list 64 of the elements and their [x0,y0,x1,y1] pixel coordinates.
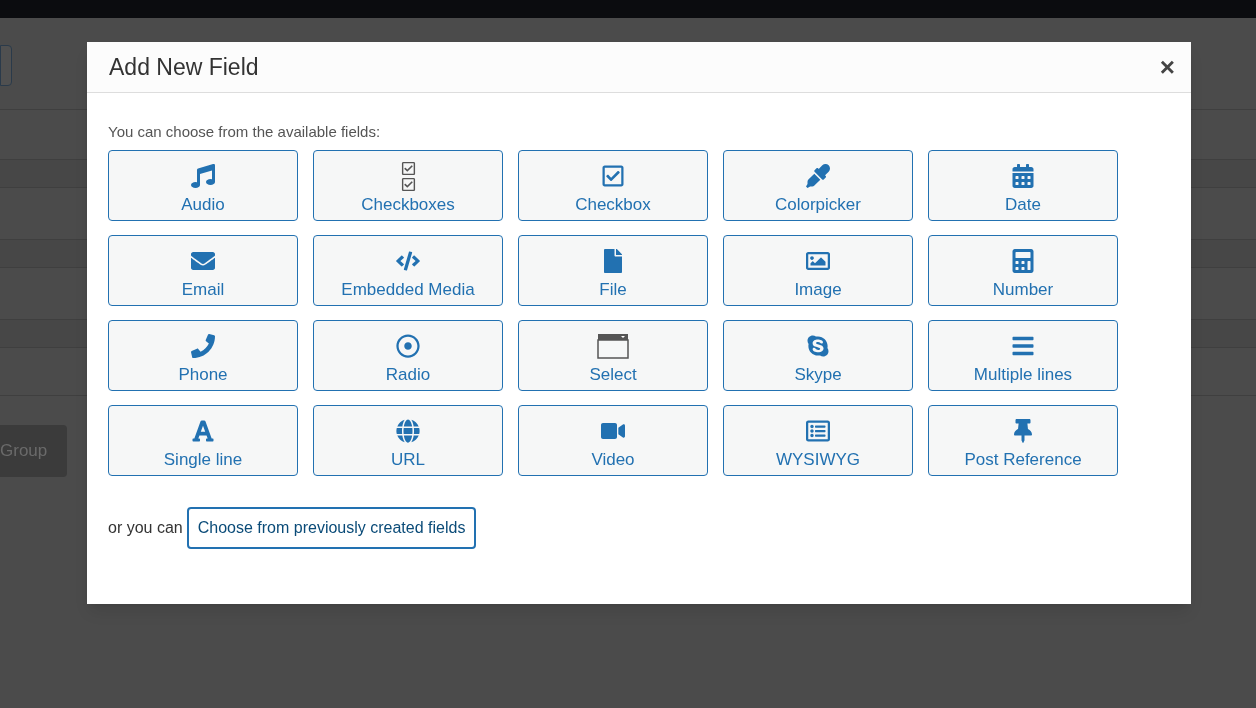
field-type-button[interactable]: Number [928,235,1118,306]
field-type-button[interactable]: Select [518,320,708,391]
globe-icon [396,419,420,443]
eyedropper-icon [806,164,830,188]
field-type-label: File [599,279,627,301]
music-note-icon [191,164,215,188]
field-type-button[interactable]: Image [723,235,913,306]
field-type-label: Number [992,279,1054,301]
envelope-icon [191,249,215,273]
field-type-button[interactable]: Audio [108,150,298,221]
field-type-label: Multiple lines [973,364,1073,386]
dialog-title: Add New Field [109,52,259,82]
field-type-button[interactable]: Email [108,235,298,306]
field-type-label: Single line [163,449,243,471]
field-type-button[interactable]: WYSIWYG [723,405,913,476]
radio-icon [396,334,420,358]
field-type-label: Phone [178,364,228,386]
field-type-button[interactable]: Skype [723,320,913,391]
field-type-label: Colorpicker [775,194,861,216]
field-type-label: Audio [181,194,225,216]
calendar-icon [1011,164,1035,188]
field-type-button[interactable]: Video [518,405,708,476]
dropdown-icon [597,333,629,359]
checkbox-icon [601,164,625,188]
skype-icon [806,334,830,358]
field-type-label: Select [589,364,637,386]
field-type-label: Image [794,279,842,301]
field-type-label: URL [391,449,425,471]
image-icon [806,249,830,273]
field-type-button[interactable]: Radio [313,320,503,391]
footer-text: or you can [108,518,183,538]
lines-icon [1011,334,1035,358]
close-button[interactable]: × [1159,54,1175,80]
letter-icon [191,419,215,443]
field-type-button[interactable]: Checkboxes [313,150,503,221]
field-type-button[interactable]: Checkbox [518,150,708,221]
field-type-label: Post Reference [964,449,1082,471]
field-type-label: Video [591,449,635,471]
calculator-icon [1011,249,1035,273]
field-type-button[interactable]: Single line [108,405,298,476]
phone-icon [191,334,215,358]
intro-text: You can choose from the available fields: [108,122,382,142]
checkboxes-icon [400,160,416,192]
field-type-button[interactable]: Post Reference [928,405,1118,476]
field-type-label: Radio [385,364,431,386]
field-type-button[interactable]: Embedded Media [313,235,503,306]
field-type-label: Date [1005,194,1041,216]
field-type-label: Checkboxes [361,194,455,216]
previous-fields-button[interactable]: Choose from previously created fields [186,507,477,549]
field-type-button[interactable]: Phone [108,320,298,391]
field-type-button[interactable]: URL [313,405,503,476]
field-type-label: WYSIWYG [775,449,861,471]
file-icon [601,249,625,273]
list-icon [806,419,830,443]
code-icon [396,249,420,273]
field-type-label: Checkbox [575,194,651,216]
field-type-button[interactable]: Multiple lines [928,320,1118,391]
field-type-label: Embedded Media [341,279,475,301]
field-type-button[interactable]: Date [928,150,1118,221]
field-type-label: Email [181,279,225,301]
pin-icon [1011,419,1035,443]
field-type-label: Skype [794,364,842,386]
field-type-button[interactable]: Colorpicker [723,150,913,221]
field-type-button[interactable]: File [518,235,708,306]
